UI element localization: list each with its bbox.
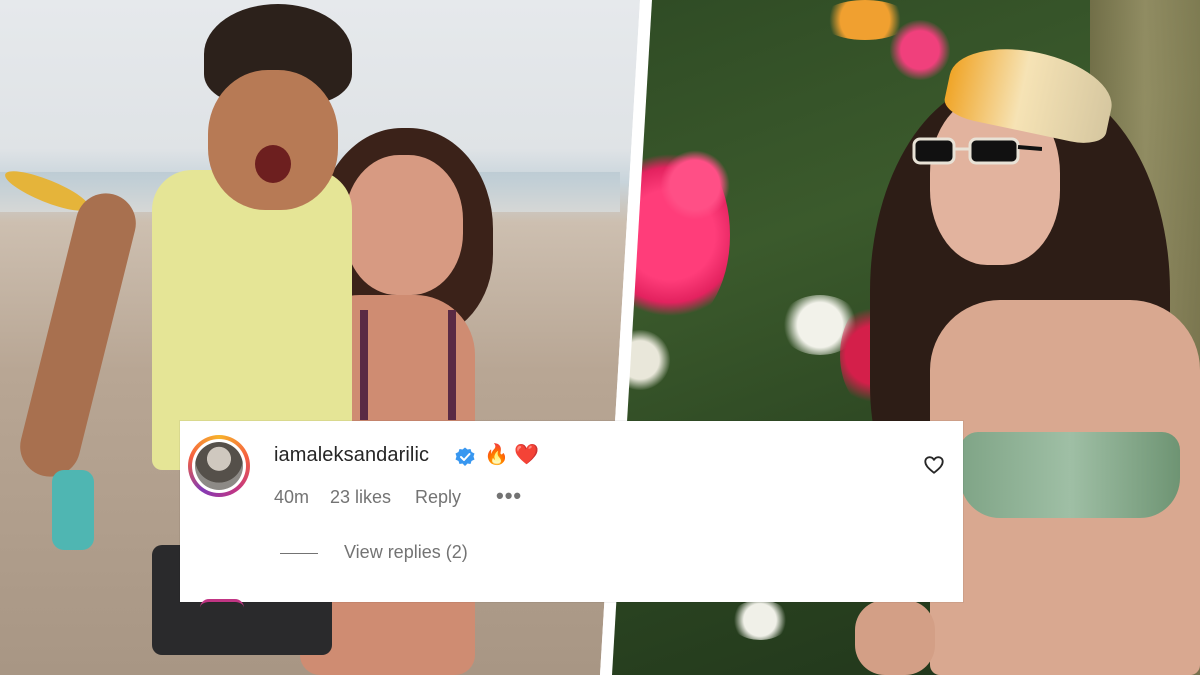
verified-badge-icon bbox=[455, 447, 475, 466]
woman-arm bbox=[855, 600, 935, 675]
woman-face bbox=[345, 155, 463, 295]
red-heart-emoji: ❤️ bbox=[514, 444, 539, 466]
comment-likes[interactable]: 23 likes bbox=[330, 487, 391, 508]
toy-shovel bbox=[52, 470, 94, 550]
boy-face bbox=[208, 70, 338, 210]
bikini-top bbox=[960, 432, 1180, 518]
avatar-border bbox=[192, 439, 246, 493]
more-options-icon[interactable]: ••• bbox=[496, 483, 522, 509]
white-flowers bbox=[730, 600, 790, 640]
boy-mouth bbox=[255, 145, 291, 183]
comment-card: iamaleksandarilic 🔥 ❤️ 40m 23 likes Repl… bbox=[180, 421, 963, 602]
next-comment-avatar bbox=[200, 599, 244, 608]
view-replies-button[interactable]: View replies (2) bbox=[344, 542, 468, 563]
sunglasses bbox=[912, 137, 1042, 165]
swimsuit bbox=[360, 310, 456, 420]
avatar-image bbox=[195, 442, 243, 490]
boy-arm bbox=[13, 187, 143, 483]
comment-time: 40m bbox=[274, 487, 310, 507]
heart-outline-icon[interactable] bbox=[923, 454, 945, 476]
reply-button[interactable]: Reply bbox=[415, 487, 461, 508]
fire-emoji: 🔥 bbox=[484, 444, 509, 466]
avatar[interactable] bbox=[188, 435, 250, 497]
collage-image: iamaleksandarilic 🔥 ❤️ 40m 23 likes Repl… bbox=[0, 0, 1200, 675]
pink-flowers bbox=[660, 150, 730, 220]
pink-flowers bbox=[890, 20, 950, 80]
replies-divider bbox=[280, 553, 318, 554]
comment-username[interactable]: iamaleksandarilic bbox=[274, 444, 429, 467]
